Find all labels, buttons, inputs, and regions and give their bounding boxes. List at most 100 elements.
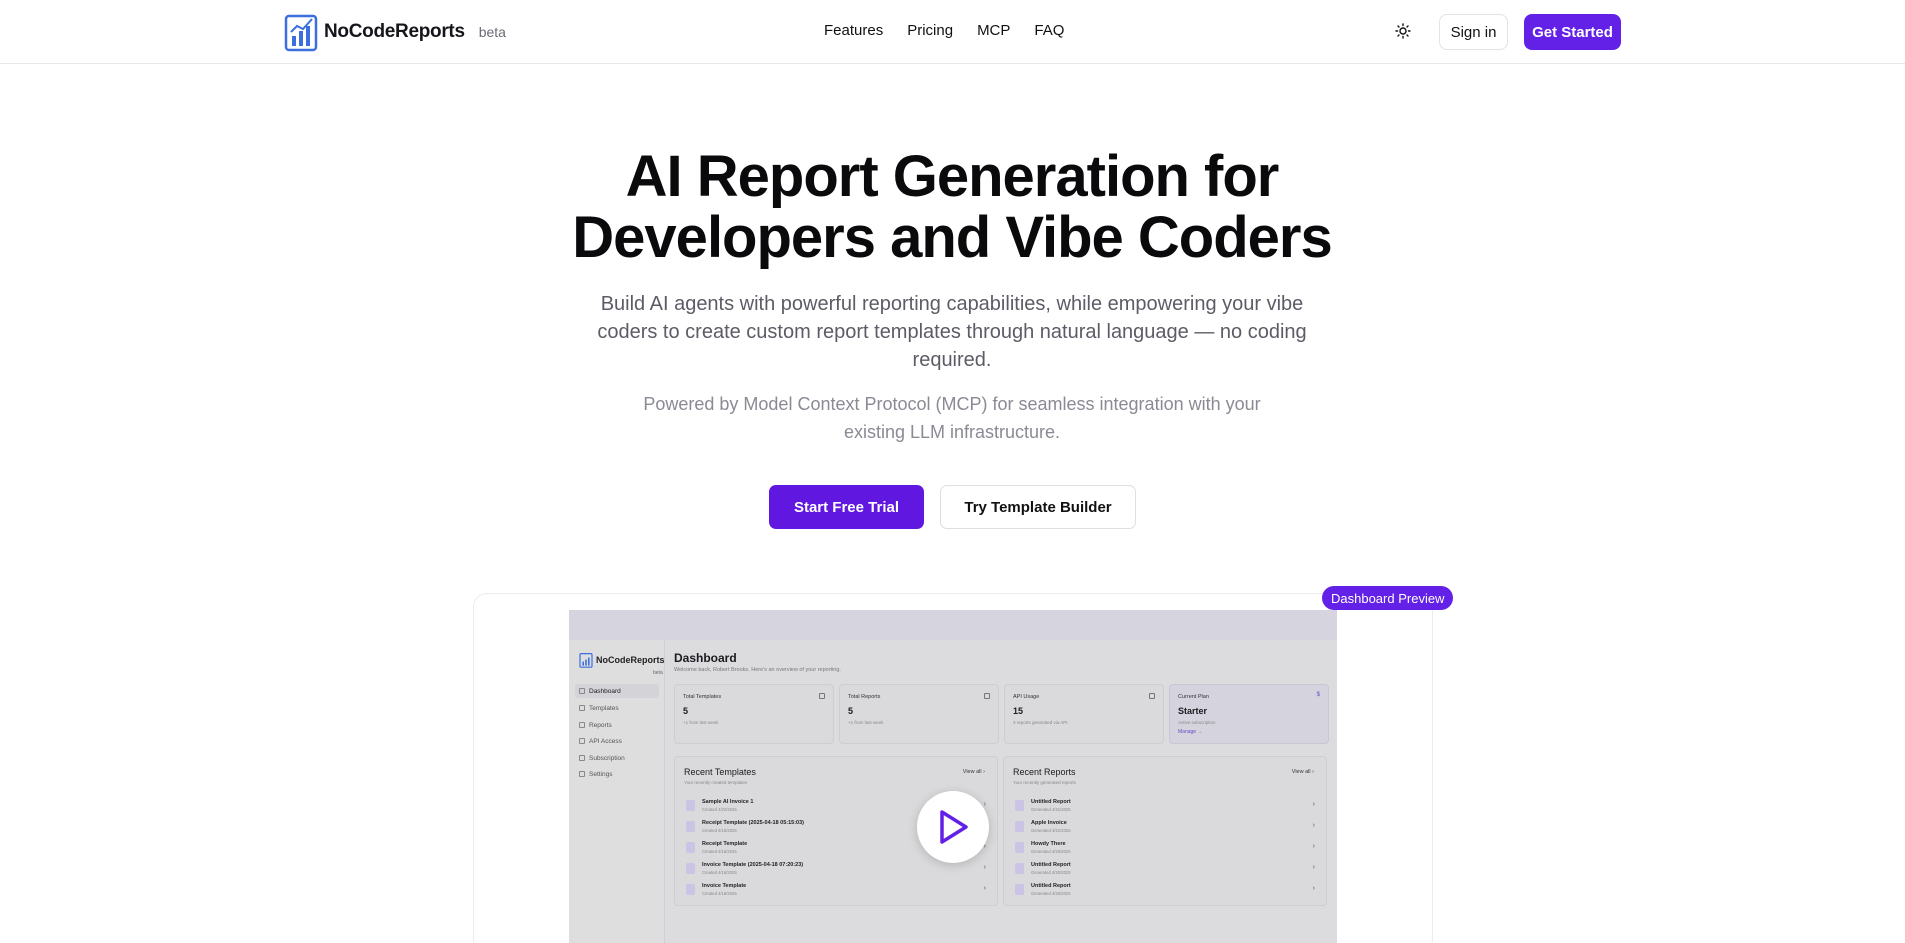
item-date: Generated 4/21/2025 [1031, 807, 1071, 812]
view-all-label: View all [962, 769, 982, 775]
code-icon [1149, 693, 1155, 699]
stat-note: 3 reports generated via API [1013, 720, 1068, 725]
main-nav: Features Pricing MCP FAQ [824, 22, 1064, 39]
list-item: Invoice Template Created 4/16/2025 › [684, 881, 990, 899]
item-date: Created 4/16/2025 [702, 870, 737, 875]
chevron-right-icon: › [983, 801, 986, 808]
gear-icon [579, 771, 585, 777]
file-icon [686, 842, 695, 853]
panel-title: Recent Reports [1013, 767, 1076, 777]
item-name: Untitled Report [1031, 862, 1071, 868]
document-icon [1015, 863, 1024, 874]
screenshot-sidebar-item-reports: Reports [575, 718, 659, 732]
view-all-label: View all [1291, 769, 1311, 775]
chevron-right-icon: › [1312, 769, 1314, 775]
play-icon [940, 810, 968, 844]
sidebar-label: Settings [589, 770, 613, 778]
item-name: Invoice Template [702, 883, 747, 889]
stat-label: Current Plan [1178, 694, 1209, 700]
site-header: NoCodeReports beta Features Pricing MCP … [0, 0, 1905, 64]
item-name: Untitled Report [1031, 883, 1071, 889]
item-date: Generated 4/20/2025 [1031, 849, 1071, 854]
stat-value: 5 [848, 706, 854, 716]
chevron-right-icon: › [1312, 801, 1315, 808]
chevron-right-icon: › [1312, 822, 1315, 829]
hero-mcp-note: Powered by Model Context Protocol (MCP) … [643, 394, 1261, 442]
stat-value: 15 [1013, 706, 1024, 716]
stat-value: 5 [683, 706, 689, 716]
document-icon [984, 693, 990, 699]
chevron-right-icon: › [983, 885, 986, 892]
nav-link-features[interactable]: Features [824, 22, 883, 39]
hero-subtitle: Build AI agents with powerful reporting … [597, 293, 1307, 371]
stat-label: API Usage [1013, 694, 1040, 700]
panel-title: Recent Templates [684, 767, 756, 777]
file-icon [686, 800, 695, 811]
item-date: Created 4/16/2025 [702, 849, 737, 854]
stat-note: +1 from last week [848, 720, 884, 725]
stat-card-total-templates: Total Templates 5 +1 from last week [674, 684, 834, 744]
sun-icon [1395, 23, 1411, 39]
code-icon [579, 738, 585, 744]
screenshot-beta-label: beta [653, 670, 663, 676]
document-icon [1015, 842, 1024, 853]
screenshot-sidebar-item-templates: Templates [575, 701, 659, 715]
item-name: Receipt Template (2025-04-18 05:15:03) [702, 820, 805, 826]
list-item: Untitled Report Generated 4/20/2025 › [1013, 881, 1319, 899]
stat-note: Active subscription [1178, 720, 1216, 725]
stat-note: +1 from last week [683, 720, 719, 725]
panel-subtitle: Your recently created templates [684, 780, 748, 785]
play-video-button[interactable] [917, 791, 989, 863]
screenshot-welcome-text: Welcome back, Robert Brooks. Here's an o… [674, 667, 841, 673]
screenshot-sidebar: NoCodeReports beta Dashboard Templates R… [569, 640, 665, 943]
start-free-trial-button[interactable]: Start Free Trial [769, 485, 924, 529]
stat-label: Total Reports [848, 694, 881, 700]
sidebar-label: Reports [589, 721, 612, 729]
document-icon [1015, 800, 1024, 811]
item-date: Created 4/18/2025 [702, 828, 737, 833]
get-started-button[interactable]: Get Started [1524, 14, 1621, 50]
screenshot-sidebar-item-settings: Settings [575, 767, 659, 781]
list-item: Apple Invoice Generated 4/21/2025 › [1013, 818, 1319, 836]
manage-plan-link: Manage → [1178, 729, 1203, 735]
recent-reports-panel: Recent Reports Your recently generated r… [1003, 756, 1327, 906]
chevron-right-icon: › [1312, 885, 1315, 892]
sidebar-label: Subscription [589, 754, 625, 762]
brand-logo[interactable]: NoCodeReports beta [284, 12, 506, 52]
file-icon [686, 863, 695, 874]
item-name: Sample AI Invoice 1 [702, 799, 754, 805]
item-name: Invoice Template (2025-04-18 07:20:23) [702, 862, 804, 868]
nav-link-pricing[interactable]: Pricing [907, 22, 953, 39]
card-icon [579, 755, 585, 761]
document-icon [579, 722, 585, 728]
chevron-right-icon: › [1312, 864, 1315, 871]
nav-link-faq[interactable]: FAQ [1034, 22, 1064, 39]
panel-subtitle: Your recently generated reports [1013, 780, 1076, 785]
stat-label: Total Templates [683, 694, 722, 700]
home-icon [579, 688, 585, 694]
view-all-link: View all › [963, 769, 985, 775]
item-name: Receipt Template [702, 841, 748, 847]
item-name: Apple Invoice [1031, 820, 1067, 826]
sidebar-label: Templates [589, 704, 619, 712]
beta-label: beta [478, 24, 506, 40]
chart-logo-icon [579, 653, 593, 668]
list-item: Untitled Report Generated 4/21/2025 › [1013, 797, 1319, 815]
view-all-link: View all › [1292, 769, 1314, 775]
brand-name: NoCodeReports [324, 21, 465, 42]
item-name: Howdy There [1031, 841, 1066, 847]
item-date: Generated 4/20/2025 [1031, 870, 1071, 875]
file-icon [819, 693, 825, 699]
try-template-builder-button[interactable]: Try Template Builder [940, 485, 1136, 529]
chevron-right-icon: › [983, 769, 985, 775]
theme-toggle-button[interactable] [1392, 20, 1414, 42]
nav-link-mcp[interactable]: MCP [977, 22, 1010, 39]
chart-logo-icon [284, 14, 318, 52]
document-icon [1015, 821, 1024, 832]
stat-card-current-plan: Current Plan Starter Active subscription… [1169, 684, 1329, 744]
screenshot-sidebar-item-api-access: API Access [575, 734, 659, 748]
dashboard-screenshot[interactable]: NoCodeReports beta Dashboard Templates R… [569, 610, 1337, 943]
hero-title-line2: Developers and Vibe Coders [572, 205, 1332, 270]
screenshot-brand-name: NoCodeReports [596, 655, 665, 665]
sign-in-button[interactable]: Sign in [1439, 14, 1508, 50]
